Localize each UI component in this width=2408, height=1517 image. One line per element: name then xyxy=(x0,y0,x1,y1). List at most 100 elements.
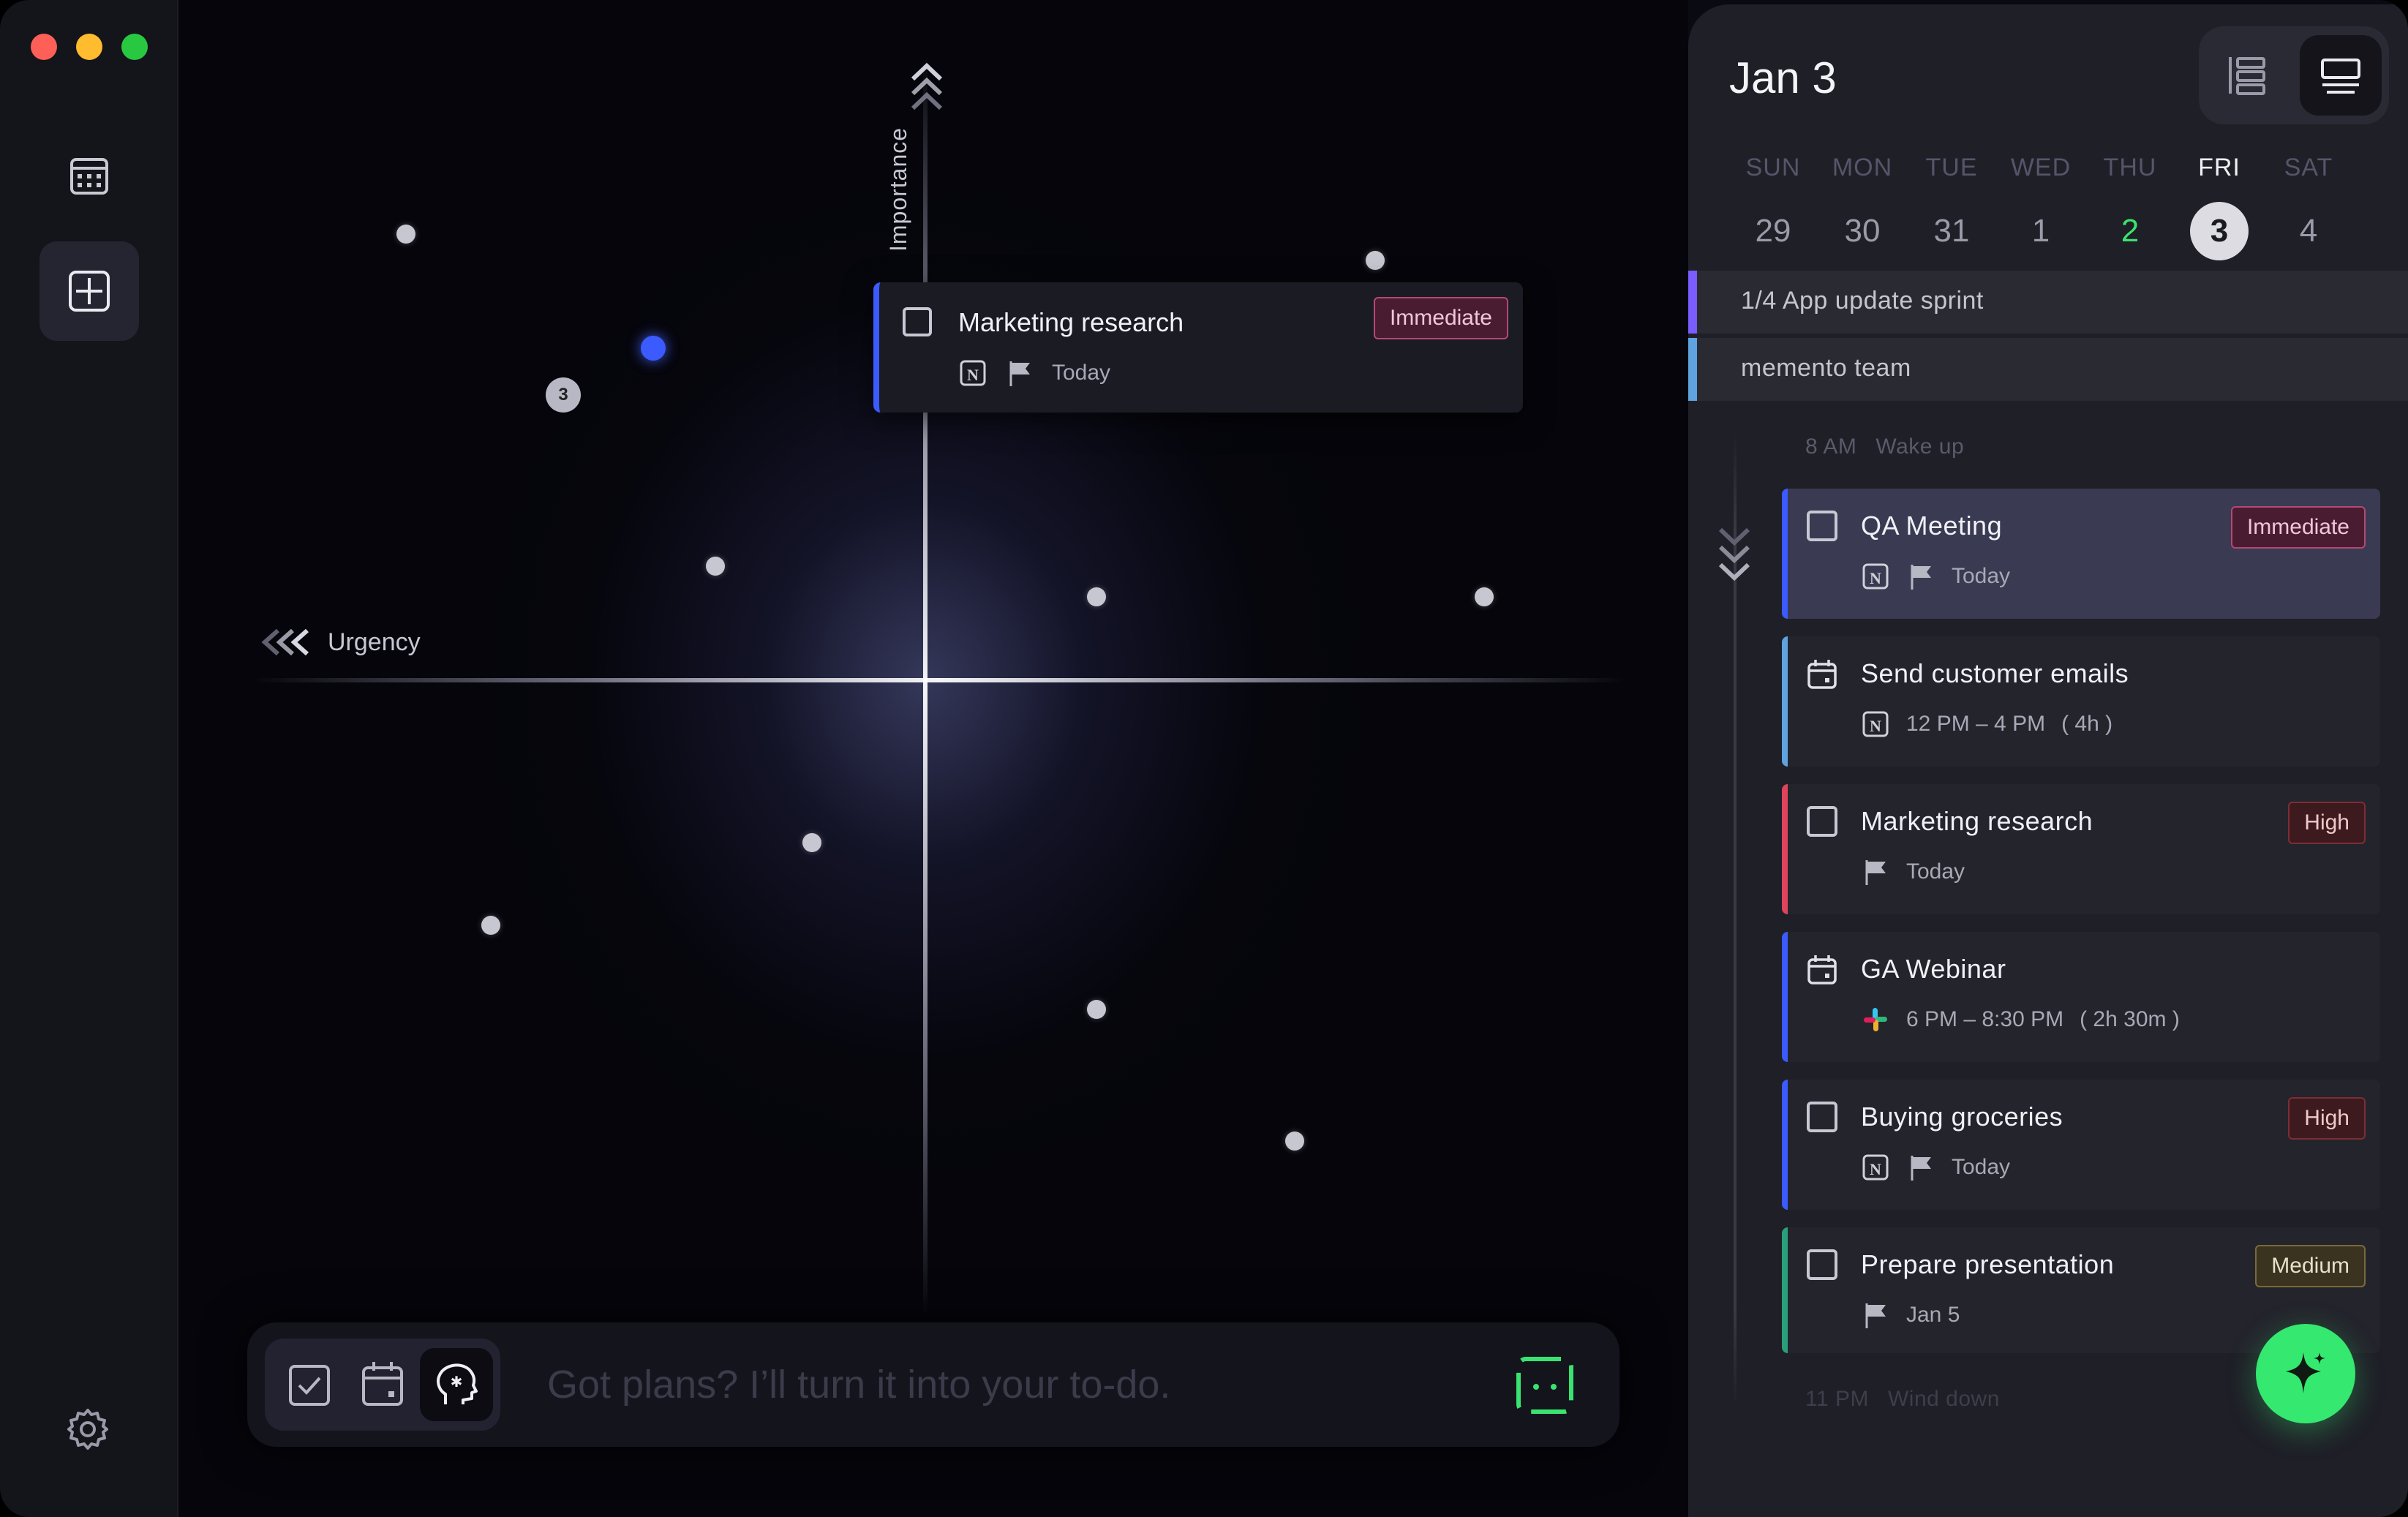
day-wed[interactable]: WED 1 xyxy=(1997,154,2085,260)
wake-time: 8 AM xyxy=(1805,434,1857,459)
task-color-stripe xyxy=(1782,1080,1788,1210)
due-date: Today xyxy=(1952,564,2011,588)
task-card-qa-meeting[interactable]: QA Meeting Immediate N Today xyxy=(1782,489,2380,619)
priority-matrix[interactable]: Importance Urgency 3 Marketing research … xyxy=(178,0,1688,1517)
day-date: 31 xyxy=(1933,213,1970,249)
day-date: 1 xyxy=(2031,213,2050,249)
settings-gear-icon[interactable] xyxy=(64,1406,111,1453)
urgency-label-text: Urgency xyxy=(328,628,421,656)
task-card-buying-groceries[interactable]: Buying groceries High N Today xyxy=(1782,1080,2380,1210)
prompt-input[interactable] xyxy=(547,1352,1425,1418)
flag-icon xyxy=(1911,1156,1931,1181)
ai-assistant-button[interactable] xyxy=(2256,1324,2355,1423)
task-checkbox[interactable] xyxy=(1807,1249,1837,1280)
svg-text:N: N xyxy=(1870,717,1881,735)
svg-text:N: N xyxy=(967,366,979,384)
event-mode-button[interactable] xyxy=(347,1348,420,1421)
event-color-bar xyxy=(1688,271,1697,334)
task-preview-card[interactable]: Marketing research Immediate N Today xyxy=(873,282,1523,413)
day-date: 3 xyxy=(2190,202,2249,260)
prompt-bar: ✱ xyxy=(247,1322,1619,1447)
calendar-grid-icon xyxy=(70,158,108,195)
close-window-button[interactable] xyxy=(31,34,57,60)
task-checkbox[interactable] xyxy=(903,307,932,336)
task-checkbox[interactable] xyxy=(1807,511,1837,541)
left-rail xyxy=(0,0,178,1517)
importance-label-text: Importance xyxy=(885,127,911,252)
due-date: Today xyxy=(1906,859,1965,884)
notion-icon: N xyxy=(1862,711,1889,737)
day-name: SUN xyxy=(1745,154,1801,181)
task-title: Marketing research xyxy=(1861,806,2093,836)
task-color-stripe xyxy=(1782,489,1788,619)
event-time-range: 12 PM – 4 PM xyxy=(1906,712,2046,736)
svg-text:N: N xyxy=(1870,1160,1881,1178)
event-card-send-customer-emails[interactable]: Send customer emails N 12 PM – 4 PM ( 4h… xyxy=(1782,636,2380,767)
zoom-window-button[interactable] xyxy=(121,34,148,60)
matrix-icon xyxy=(69,271,110,312)
brain-dump-mode-button[interactable]: ✱ xyxy=(420,1348,493,1421)
task-meta: Jan 5 xyxy=(1861,1300,1960,1330)
task-dot[interactable] xyxy=(706,557,725,576)
task-card-marketing-research[interactable]: Marketing research High Today xyxy=(1782,784,2380,914)
task-color-stripe xyxy=(1782,1227,1788,1353)
wake-label: Wake up xyxy=(1875,434,1965,459)
task-color-stripe xyxy=(1782,932,1788,1062)
urgency-axis-label: Urgency xyxy=(259,628,421,657)
flag-icon xyxy=(1865,860,1886,885)
priority-badge: High xyxy=(2288,1097,2366,1140)
task-meta: N Today xyxy=(1861,1153,2010,1182)
event-card-ga-webinar[interactable]: GA Webinar 6 PM – 8:30 PM ( 2h 30m ) xyxy=(1782,932,2380,1062)
task-title: Prepare presentation xyxy=(1861,1249,2115,1279)
task-dot[interactable] xyxy=(396,225,415,244)
list-view-icon xyxy=(2229,57,2265,95)
wind-label: Wind down xyxy=(1887,1387,2000,1411)
all-day-event[interactable]: 1/4 App update sprint xyxy=(1688,271,2408,334)
calendar-icon xyxy=(362,1362,403,1406)
day-thu[interactable]: THU 2 xyxy=(2086,154,2174,260)
day-fri-selected[interactable]: FRI 3 xyxy=(2175,154,2263,260)
list-view-button[interactable] xyxy=(2206,35,2288,116)
day-date: 29 xyxy=(1755,213,1791,249)
card-view-icon xyxy=(2321,59,2360,94)
task-dot[interactable] xyxy=(1087,587,1106,606)
day-sat[interactable]: SAT 4 xyxy=(2265,154,2352,260)
event-duration: ( 4h ) xyxy=(2061,712,2113,736)
task-checkbox[interactable] xyxy=(1807,806,1837,837)
day-tue[interactable]: TUE 31 xyxy=(1908,154,1995,260)
priority-badge: Immediate xyxy=(2230,506,2366,549)
notion-icon: N xyxy=(1862,563,1889,590)
calendar-view-button[interactable] xyxy=(39,126,139,225)
task-dot[interactable] xyxy=(481,916,500,935)
task-mode-button[interactable] xyxy=(274,1348,347,1421)
task-cluster[interactable]: 3 xyxy=(546,377,581,413)
mode-switcher: ✱ xyxy=(265,1339,500,1431)
task-checkbox[interactable] xyxy=(1807,1102,1837,1132)
event-title: GA Webinar xyxy=(1861,954,2006,984)
flag-icon xyxy=(1009,361,1030,386)
priority-badge: Immediate xyxy=(1373,297,1508,339)
selected-task-dot[interactable] xyxy=(641,336,666,361)
day-sun[interactable]: SUN 29 xyxy=(1729,154,1817,260)
card-view-button[interactable] xyxy=(2300,35,2382,116)
day-name: SAT xyxy=(2284,154,2333,181)
calendar-event-icon xyxy=(1807,660,1837,689)
task-dot[interactable] xyxy=(1285,1132,1304,1151)
day-panel: Jan 3 SUN 29 MON 30 TUE 31 WED 1 THU 2 F… xyxy=(1688,4,2408,1517)
day-mon[interactable]: MON 30 xyxy=(1818,154,1906,260)
event-meta: 6 PM – 8:30 PM ( 2h 30m ) xyxy=(1861,1005,2180,1034)
assistant-face-icon[interactable] xyxy=(1514,1355,1576,1416)
task-dot[interactable] xyxy=(1366,251,1385,270)
all-day-event[interactable]: memento team xyxy=(1688,338,2408,401)
matrix-view-button[interactable] xyxy=(39,241,139,341)
day-name: FRI xyxy=(2198,154,2240,181)
importance-axis-label: Importance xyxy=(882,61,970,281)
task-dot[interactable] xyxy=(1475,587,1494,606)
task-dot[interactable] xyxy=(802,833,821,852)
app-window: Importance Urgency 3 Marketing research … xyxy=(0,0,2408,1517)
day-name: TUE xyxy=(1925,154,1978,181)
task-color-stripe xyxy=(1782,784,1788,914)
minimize-window-button[interactable] xyxy=(76,34,102,60)
day-name: THU xyxy=(2103,154,2157,181)
task-dot[interactable] xyxy=(1087,1000,1106,1019)
